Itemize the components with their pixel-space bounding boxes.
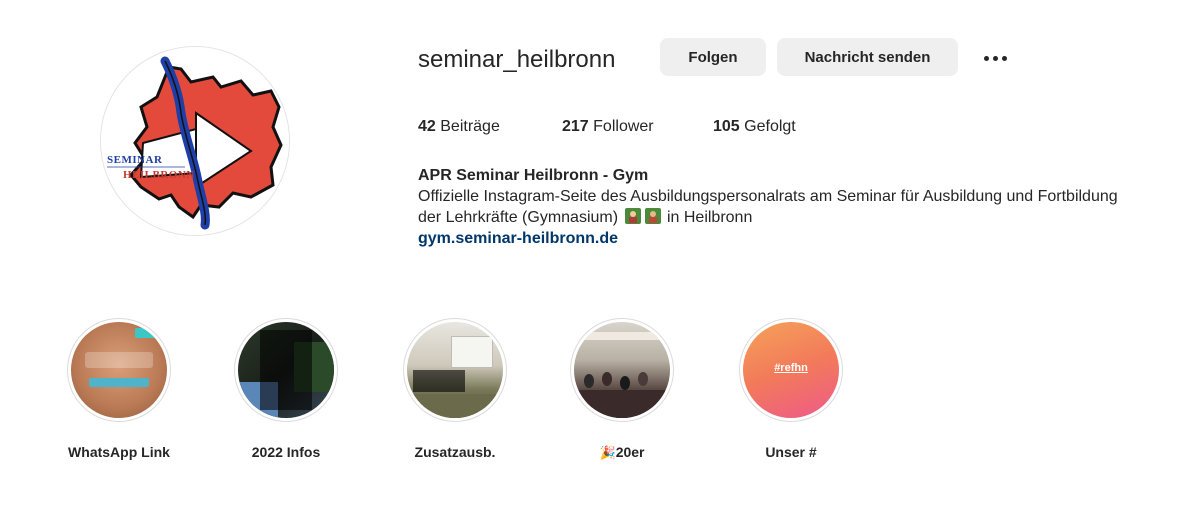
profile-stats: 42 Beiträge 217 Follower 105 Gefolgt	[418, 117, 796, 137]
highlight-label: Zusatzausb.	[414, 444, 496, 460]
highlight-2022-infos[interactable]: 2022 Infos	[221, 318, 351, 461]
profile-avatar[interactable]: SEMINAR HEILBRONN	[100, 46, 290, 236]
profile-bio: APR Seminar Heilbronn - Gym Offizielle I…	[418, 165, 1193, 249]
bio-text-line-2: der Lehrkräfte (Gymnasium) in Heilbronn	[418, 207, 1193, 228]
highlight-cover	[71, 322, 167, 418]
highlight-label-text: 20er	[615, 444, 645, 460]
posts-count-value: 42	[418, 118, 436, 135]
story-highlights: WhatsApp Link 2022 Infos Zusatzausb. 🎉20…	[0, 318, 1193, 468]
highlight-ring: #refhn	[739, 318, 843, 422]
following-count[interactable]: 105 Gefolgt	[713, 117, 796, 137]
highlight-20er[interactable]: 🎉20er	[557, 318, 687, 462]
seminar-logo-icon: SEMINAR HEILBRONN	[101, 47, 289, 235]
highlight-cover	[574, 322, 670, 418]
posts-count-label: Beiträge	[440, 118, 500, 135]
highlight-cover	[238, 322, 334, 418]
bio-text-line-2-end: in Heilbronn	[666, 209, 753, 226]
highlight-ring	[67, 318, 171, 422]
send-message-button[interactable]: Nachricht senden	[777, 38, 958, 76]
posts-count: 42 Beiträge	[418, 117, 562, 137]
follow-button[interactable]: Folgen	[660, 38, 766, 76]
followers-count-value: 217	[562, 118, 589, 135]
party-popper-icon: 🎉	[599, 445, 616, 460]
bio-text-line-1: Offizielle Instagram-Seite des Ausbildun…	[418, 188, 1118, 205]
highlight-whatsapp-link[interactable]: WhatsApp Link	[54, 318, 184, 461]
highlight-label: 2022 Infos	[251, 444, 321, 460]
highlight-cover-text: #refhn	[774, 362, 808, 374]
followers-count[interactable]: 217 Follower	[562, 117, 713, 137]
following-count-label: Gefolgt	[744, 118, 796, 135]
highlight-label: WhatsApp Link	[68, 444, 170, 460]
bio-display-name: APR Seminar Heilbronn - Gym	[418, 167, 649, 184]
following-count-value: 105	[713, 118, 740, 135]
followers-count-label: Follower	[593, 118, 654, 135]
bio-website-link[interactable]: gym.seminar-heilbronn.de	[418, 228, 618, 249]
more-options-icon[interactable]	[978, 46, 1012, 70]
bio-text-line-2-start: der Lehrkräfte (Gymnasium)	[418, 209, 619, 226]
highlight-ring	[570, 318, 674, 422]
teacher-emoji-icon	[644, 208, 661, 224]
highlight-unser-hashtag[interactable]: #refhn Unser #	[726, 318, 856, 461]
highlight-label: Unser #	[765, 444, 817, 460]
teacher-emoji-icon	[624, 208, 641, 224]
highlight-ring	[403, 318, 507, 422]
profile-username: seminar_heilbronn	[418, 46, 616, 73]
highlight-zusatzausb[interactable]: Zusatzausb.	[390, 318, 520, 461]
highlight-cover: #refhn	[743, 322, 839, 418]
svg-text:SEMINAR: SEMINAR	[107, 154, 163, 166]
highlight-cover	[407, 322, 503, 418]
highlight-ring	[234, 318, 338, 422]
highlight-label: 🎉20er	[557, 443, 687, 462]
svg-text:HEILBRONN: HEILBRONN	[123, 169, 195, 181]
